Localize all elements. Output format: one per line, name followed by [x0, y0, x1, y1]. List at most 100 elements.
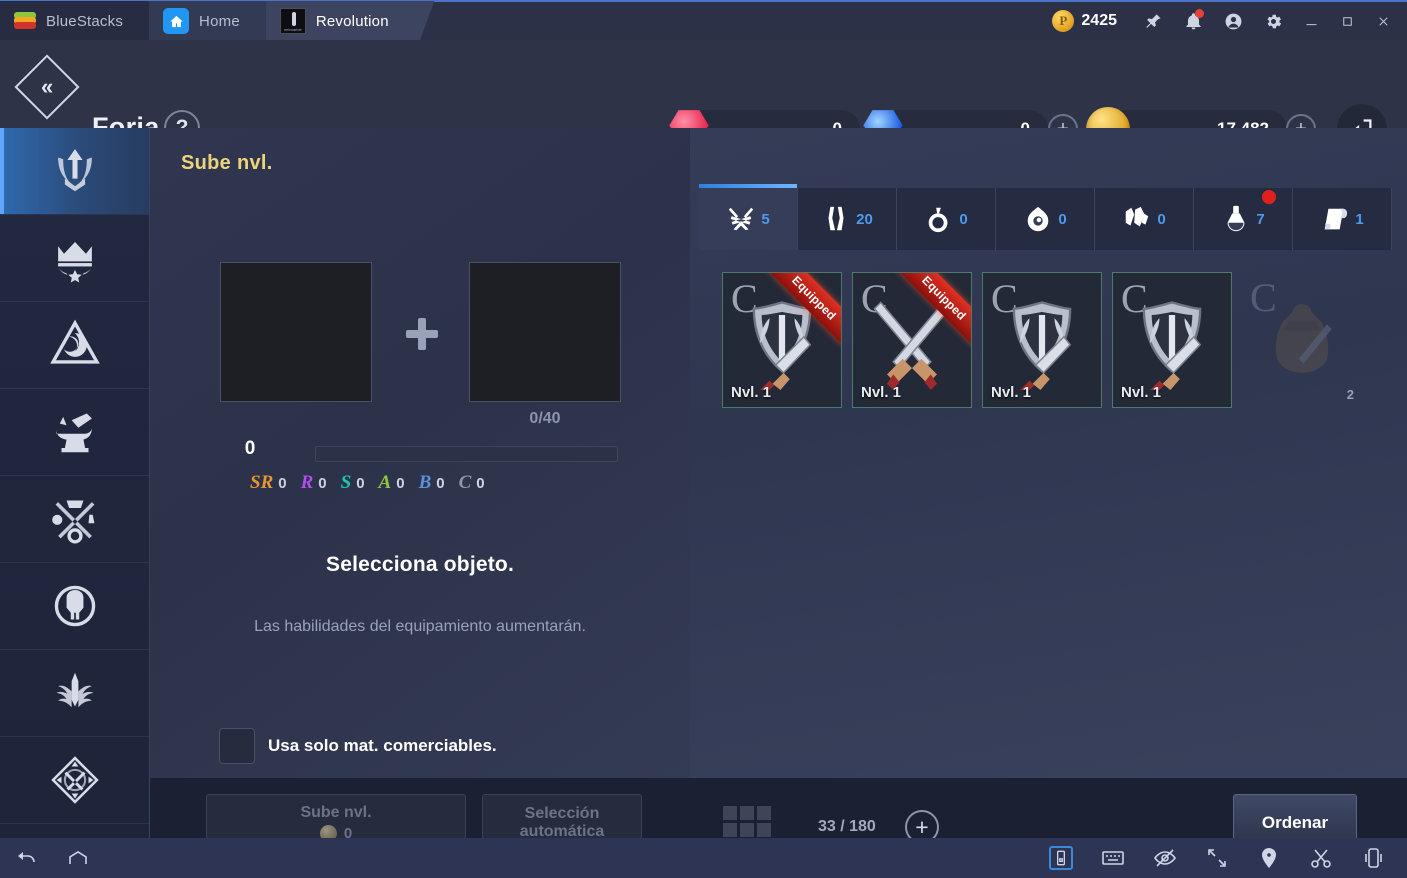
game-icon: netmarble: [279, 8, 306, 34]
tab-scrolls-count: 1: [1355, 210, 1364, 228]
location-icon[interactable]: [1243, 838, 1295, 878]
tab-home-label: Home: [199, 12, 240, 30]
notification-badge: [1195, 9, 1204, 18]
item-level: Nvl. 1: [861, 384, 902, 401]
tradable-materials-label: Usa solo mat. comerciables.: [268, 736, 497, 755]
sidebar-item-equipment[interactable]: [0, 476, 149, 563]
inventory-capacity: 33 / 180: [818, 818, 876, 835]
bluestacks-brand-tab[interactable]: BlueStacks: [0, 1, 150, 41]
material-slot[interactable]: [469, 262, 621, 402]
tab-potions[interactable]: 7: [1194, 188, 1293, 250]
grade-b-count: 0: [436, 475, 445, 492]
tradable-materials-checkbox[interactable]: [219, 728, 255, 764]
bluestacks-bottombar: [0, 838, 1407, 878]
grade-sr-label: SR: [250, 472, 274, 493]
bluestacks-brand-label: BlueStacks: [46, 12, 124, 30]
fullscreen-icon[interactable]: [1191, 838, 1243, 878]
sidebar-item-forge[interactable]: [0, 389, 149, 476]
forge-panel: Sube nvl. 0/40 0 SR 0 R 0 S 0 A 0 B 0 C …: [150, 128, 690, 778]
section-title: Sube nvl.: [181, 152, 273, 174]
helmet-circle-icon: [54, 585, 95, 627]
tab-rings-count: 0: [959, 210, 968, 228]
grade-r-label: R: [300, 472, 314, 493]
scissors-icon[interactable]: [1295, 838, 1347, 878]
home-icon: [163, 8, 190, 34]
orb-icon: [1028, 206, 1049, 232]
inventory-item[interactable]: C Equipped Nvl. 1: [852, 272, 972, 408]
grade-r: R 0: [301, 472, 327, 494]
back-icon[interactable]: [0, 838, 52, 878]
tab-gloves[interactable]: 0: [1095, 188, 1194, 250]
item-level: Nvl. 1: [731, 384, 772, 401]
back-chevron-icon: «: [14, 54, 80, 120]
crown-star-icon: [57, 241, 92, 283]
tab-revolution-label: Revolution: [315, 12, 389, 30]
grade-sr: SR 0: [250, 472, 287, 494]
sidebar-item-awaken[interactable]: [0, 302, 149, 389]
item-level: Nvl. 1: [1121, 384, 1162, 401]
scroll-icon: [1325, 208, 1348, 230]
bluestacks-logo-icon: [14, 12, 36, 30]
keyboard-icon[interactable]: [1087, 838, 1139, 878]
tab-weapons[interactable]: 5: [699, 184, 798, 250]
eye-off-icon[interactable]: [1139, 838, 1191, 878]
tab-gloves-count: 0: [1157, 210, 1166, 228]
plus-icon: [406, 318, 438, 350]
tab-rings[interactable]: 0: [897, 188, 996, 250]
exp-value: 0: [244, 438, 256, 459]
exp-progress-bar: [315, 446, 618, 462]
sidebar-item-wings[interactable]: [0, 650, 149, 737]
tab-revolution[interactable]: netmarble Revolution: [265, 1, 415, 41]
sidebar-item-rank[interactable]: [0, 215, 149, 302]
grade-b: B 0: [419, 472, 445, 494]
sidebar-item-upgrade[interactable]: [0, 128, 149, 215]
gear-icon[interactable]: [1253, 1, 1293, 41]
inventory-item[interactable]: C 2: [1242, 272, 1362, 408]
back-button[interactable]: «: [14, 54, 80, 120]
close-icon[interactable]: [1365, 1, 1401, 41]
tradable-materials-checkbox-row[interactable]: Usa solo mat. comerciables.: [219, 728, 497, 764]
forge-message-title: Selecciona objeto.: [326, 553, 514, 576]
inventory-item[interactable]: C Nvl. 1: [982, 272, 1102, 408]
game-viewport: « Forja ? 0 0 + 17.482 +: [0, 40, 1407, 878]
item-quantity: 2: [1346, 387, 1354, 402]
bottombar-right-group: [1035, 838, 1407, 878]
grade-s-label: S: [340, 472, 352, 493]
pin-icon[interactable]: [1133, 1, 1173, 41]
tab-orbs[interactable]: 0: [996, 188, 1095, 250]
inventory-grid: C Equipped Nvl. 1 C Equipped Nvl. 1 C Nv…: [722, 272, 1382, 408]
bell-icon[interactable]: [1173, 1, 1213, 41]
tab-potions-count: 7: [1256, 210, 1265, 228]
pouch-sword-icon: [1242, 272, 1362, 408]
crossed-gear-icon: [51, 500, 94, 544]
grade-s-count: 0: [356, 475, 365, 492]
winged-sword-icon: [55, 672, 94, 708]
app-root: BlueStacks Home netmarble Revolution P 2…: [0, 0, 1407, 878]
armor-icon: [828, 206, 844, 231]
ring-icon: [929, 207, 948, 233]
inventory-tabs: 5 20 0 0 0 7 1: [699, 184, 1407, 250]
tab-armor[interactable]: 20: [798, 188, 897, 250]
sidebar-item-transfer[interactable]: [0, 737, 149, 824]
inventory-panel: 5 20 0 0 0 7 1 C Equipped Nvl. 1 C Equip…: [690, 128, 1407, 778]
equipment-slot[interactable]: [220, 262, 372, 402]
diamond-arrows-icon: [50, 756, 99, 804]
bluestacks-points[interactable]: P 2425: [1052, 10, 1117, 32]
tab-armor-count: 20: [856, 210, 873, 228]
tab-home[interactable]: Home: [149, 1, 266, 41]
minimize-icon[interactable]: [1293, 1, 1329, 41]
sidebar-item-helm[interactable]: [0, 563, 149, 650]
grade-b-label: B: [418, 472, 432, 493]
account-icon[interactable]: [1213, 1, 1253, 41]
home-icon[interactable]: [52, 838, 104, 878]
keyboard-controls-icon[interactable]: [1035, 838, 1087, 878]
inventory-item[interactable]: C Nvl. 1: [1112, 272, 1232, 408]
shake-icon[interactable]: [1347, 838, 1399, 878]
inventory-item[interactable]: C Equipped Nvl. 1: [722, 272, 842, 408]
tab-scrolls[interactable]: 1: [1293, 188, 1392, 250]
tab-orbs-count: 0: [1058, 210, 1067, 228]
bluestacks-points-value: 2425: [1081, 12, 1117, 29]
upgrade-button-label: Sube nvl.: [300, 804, 372, 821]
maximize-icon[interactable]: [1329, 1, 1365, 41]
crossed-swords-icon: [729, 207, 754, 231]
